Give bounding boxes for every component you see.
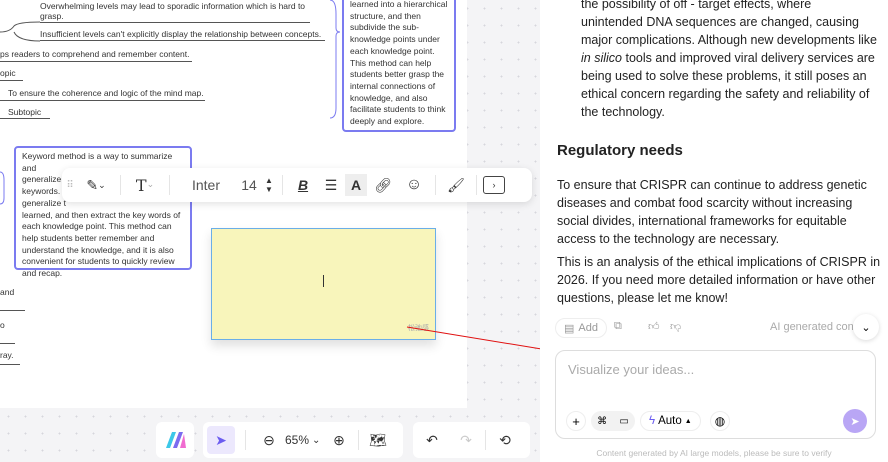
sticky-note[interactable]: 松弛感	[211, 228, 436, 340]
globe-icon[interactable]: ◍	[710, 411, 730, 431]
copy-icon[interactable]: ⧉	[614, 320, 622, 333]
node-text[interactable]: Overwhelming levels may lead to sporadic…	[40, 1, 305, 11]
map-icon[interactable]: 🗺︎	[365, 427, 391, 453]
format-toolbar: ⠿ ✎ ⌄ T ⌄ Inter 14 ▲ ▼ B ☰ A 🔗︎ ☺ 🖌︎ ›	[62, 168, 532, 202]
chat-input[interactable]: Visualize your ideas...	[568, 362, 694, 377]
chat-icon[interactable]: ▭	[619, 416, 628, 427]
format-painter-icon[interactable]: 🖌︎	[442, 177, 470, 194]
redo-icon[interactable]: ↷	[453, 427, 479, 453]
message-paragraph: This is an analysis of the ethical impli…	[557, 255, 881, 305]
branch-connector	[0, 21, 41, 42]
topic-card-keyword[interactable]: Keyword method is a way to summarize and…	[14, 146, 192, 278]
zoom-dropdown-icon[interactable]: ⌄	[312, 435, 326, 446]
font-size-input[interactable]: 14	[236, 177, 262, 193]
model-select[interactable]: ϟ Auto ▲	[640, 411, 701, 431]
zoom-controls: ➤ ⊖ 65% ⌄ ⊕ 🗺︎	[203, 422, 403, 458]
zoom-in-icon[interactable]: ⊕	[326, 427, 352, 453]
history-icon[interactable]: ⟲	[492, 427, 518, 453]
node-text[interactable]: ray.	[0, 350, 14, 360]
section-heading: Regulatory needs	[557, 142, 683, 159]
text-color-icon[interactable]: A	[345, 174, 367, 196]
chat-input-box: Visualize your ideas... + ⌘ ▭ ϟ Auto ▲ ◍ ➤	[555, 350, 876, 439]
panel-toggle-icon[interactable]: ›	[483, 176, 505, 194]
sticky-label: 松弛感	[408, 325, 429, 332]
mindmap-icon[interactable]: ⌘	[597, 416, 607, 427]
text-cursor	[323, 275, 324, 287]
zoom-out-icon[interactable]: ⊖	[256, 427, 282, 453]
node-text[interactable]: grasp.	[40, 11, 64, 21]
tool-toggle-group[interactable]: ⌘ ▭	[591, 411, 635, 431]
add-note-icon: ▤	[564, 322, 575, 335]
thumbs-down-icon[interactable]: 👎︎	[670, 320, 681, 333]
bold-icon[interactable]: B	[289, 177, 317, 193]
thumbs-up-icon[interactable]: 👍︎	[648, 320, 660, 333]
node-text[interactable]: opic	[0, 68, 16, 78]
align-center-icon[interactable]: ☰	[317, 177, 345, 194]
emoji-icon[interactable]: ☺	[399, 176, 429, 194]
ai-chat-panel: the possibility of off - target effects,…	[540, 0, 888, 462]
topic-card-hierarchy[interactable]: learned into a hierarchical structure, an…	[342, 0, 456, 132]
node-text[interactable]: ps readers to comprehend and remember co…	[0, 49, 189, 59]
brace-connector	[0, 171, 5, 205]
app-logo[interactable]	[156, 422, 194, 458]
text-type-button[interactable]: T ⌄	[127, 176, 163, 195]
select-tool-icon[interactable]: ➤	[207, 426, 235, 454]
ai-generated-note: AI generated con	[770, 321, 854, 333]
message-paragraph: the possibility of off - target effects,…	[581, 0, 877, 119]
scroll-down-button[interactable]: ⌄	[853, 314, 879, 340]
mind-map-board[interactable]: Overwhelming levels may lead to sporadic…	[0, 0, 467, 408]
disclaimer: Content generated by AI large models, pl…	[596, 448, 832, 458]
node-text[interactable]: and	[0, 287, 14, 297]
node-text[interactable]: Subtopic	[8, 107, 41, 117]
node-text[interactable]: To ensure the coherence and logic of the…	[8, 88, 204, 98]
link-icon[interactable]: 🔗︎	[367, 177, 399, 194]
lightning-icon: ϟ	[649, 415, 656, 427]
undo-icon[interactable]: ↶	[419, 427, 445, 453]
message-paragraph: To ensure that CRISPR can continue to ad…	[557, 178, 867, 246]
node-text[interactable]: Insufficient levels can't explicitly dis…	[40, 29, 321, 39]
font-size-stepper[interactable]: ▲ ▼	[262, 176, 276, 194]
drag-handle-icon[interactable]: ⠿	[62, 180, 78, 191]
font-family-select[interactable]: Inter	[176, 177, 236, 193]
logo-icon	[166, 432, 186, 448]
plus-icon[interactable]: +	[566, 411, 586, 431]
add-button[interactable]: ▤ Add	[555, 318, 607, 338]
style-picker-button[interactable]: ✎ ⌄	[78, 177, 114, 194]
history-controls: ↶ ↷ ⟲	[413, 422, 530, 458]
brace-connector	[329, 0, 341, 119]
send-button[interactable]: ➤	[843, 409, 867, 433]
node-text[interactable]: o	[0, 320, 5, 330]
zoom-level[interactable]: 65%	[282, 433, 312, 447]
